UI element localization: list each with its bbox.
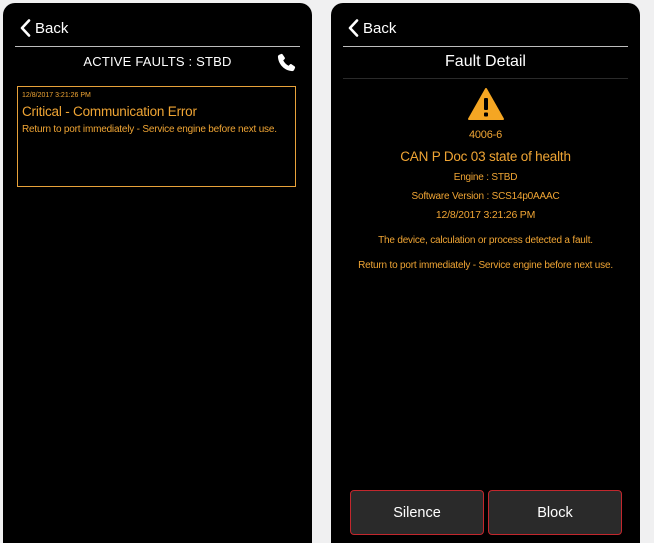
warning-triangle-icon bbox=[468, 88, 504, 120]
back-label: Back bbox=[363, 19, 397, 37]
fault-description: The device, calculation or process detec… bbox=[378, 235, 593, 246]
header-divider bbox=[15, 46, 300, 47]
chevron-left-icon bbox=[348, 19, 359, 37]
fault-action: Return to port immediately - Service eng… bbox=[358, 260, 613, 271]
back-button[interactable]: Back bbox=[347, 17, 396, 39]
fault-title: Critical - Communication Error bbox=[22, 104, 197, 119]
header-divider bbox=[343, 46, 628, 47]
block-button[interactable]: Block bbox=[488, 490, 622, 535]
fault-timestamp: 12/8/2017 3:21:26 PM bbox=[435, 209, 536, 221]
fault-timestamp: 12/8/2017 3:21:26 PM bbox=[22, 92, 91, 99]
title-divider bbox=[343, 78, 628, 79]
phone-icon[interactable] bbox=[275, 52, 297, 74]
fault-message: Return to port immediately - Service eng… bbox=[22, 124, 277, 135]
active-faults-screen: Back ACTIVE FAULTS : STBD 12/8/2017 3:21… bbox=[3, 3, 312, 543]
back-button[interactable]: Back bbox=[19, 17, 68, 39]
chevron-left-icon bbox=[20, 19, 31, 37]
engine-label: Engine : STBD bbox=[453, 172, 518, 183]
fault-list-item[interactable]: 12/8/2017 3:21:26 PM Critical - Communic… bbox=[17, 86, 296, 187]
fault-code: 4006-6 bbox=[468, 129, 503, 141]
page-title: ACTIVE FAULTS : STBD bbox=[83, 54, 232, 69]
software-version: Software Version : SCS14p0AAAC bbox=[411, 191, 560, 202]
page-title: Fault Detail bbox=[445, 53, 526, 70]
back-label: Back bbox=[35, 19, 69, 37]
fault-name: CAN P Doc 03 state of health bbox=[400, 149, 571, 164]
silence-button[interactable]: Silence bbox=[350, 490, 484, 535]
fault-detail-screen: Back Fault Detail 4006-6 CAN P Doc 03 st… bbox=[331, 3, 640, 543]
